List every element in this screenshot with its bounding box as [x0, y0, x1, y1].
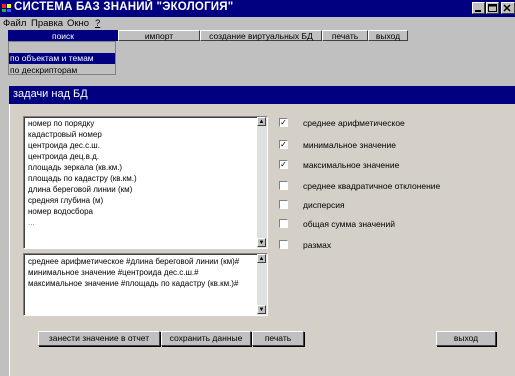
import-button[interactable]: импорт: [118, 30, 200, 41]
app-icon: [2, 4, 11, 12]
result-item[interactable]: максимальное значение #площадь по кадаст…: [25, 278, 257, 289]
label-variance: дисперсия: [303, 200, 345, 210]
menu-file[interactable]: Файл: [3, 18, 26, 29]
checkbox-stddev[interactable]: [279, 181, 288, 190]
menu-window[interactable]: Окно: [67, 18, 89, 29]
minimize-icon: [473, 3, 484, 13]
window-title: СИСТЕМА БАЗ ЗНАНИЙ "ЭКОЛОГИЯ": [14, 1, 234, 13]
save-data-button[interactable]: сохранить данные: [161, 331, 251, 346]
print-toolbar-button[interactable]: печать: [322, 30, 368, 41]
close-button[interactable]: [501, 2, 515, 14]
panel-title: задачи над БД: [13, 88, 88, 100]
check-icon: ✓: [280, 160, 287, 169]
scroll-down-icon[interactable]: ▼: [257, 305, 266, 314]
list-item[interactable]: кадастровый номер: [25, 129, 253, 140]
exit-toolbar-button[interactable]: выход: [368, 30, 408, 41]
label-mean: среднее арифметическое: [303, 118, 405, 128]
scroll-down-icon[interactable]: ▼: [257, 238, 266, 247]
list-item[interactable]: средняя глубина (м): [25, 195, 253, 206]
checkbox-sum[interactable]: [279, 219, 288, 228]
checkbox-max[interactable]: ✓: [279, 160, 288, 169]
fields-list-items: номер по порядку кадастровый номер центр…: [25, 118, 253, 228]
search-by-descriptors-item[interactable]: по дескрипторам: [9, 65, 115, 76]
list-item[interactable]: площадь по кадастру (кв.км.): [25, 173, 253, 184]
check-icon: ✓: [280, 118, 287, 127]
scroll-up-icon[interactable]: ▲: [257, 254, 266, 263]
list-item[interactable]: центроида дец.в.д.: [25, 151, 253, 162]
label-max: максимальное значение: [303, 160, 400, 170]
label-range: размах: [303, 240, 332, 250]
maximize-icon: [487, 3, 498, 13]
list-item: ...: [28, 218, 35, 227]
search-button[interactable]: поиск: [8, 30, 118, 41]
exit-button[interactable]: выход: [436, 331, 496, 346]
menu-edit[interactable]: Правка: [31, 18, 63, 29]
result-item[interactable]: минимальное значение #центроида дес.с.ш.…: [25, 267, 257, 278]
checkbox-range[interactable]: [279, 240, 288, 249]
create-virtual-db-button[interactable]: создание виртуальных БД: [200, 30, 322, 41]
close-icon: [502, 3, 514, 13]
list-item[interactable]: длина береговой линии (км): [25, 184, 253, 195]
label-stddev: среднее квадратичное отклонение: [303, 181, 441, 191]
add-to-report-button[interactable]: занести значение в отчет: [38, 331, 160, 346]
checkbox-min[interactable]: ✓: [279, 140, 288, 149]
search-by-objects-item[interactable]: по объектам и темам: [9, 53, 115, 64]
minimize-button[interactable]: [472, 2, 485, 14]
print-button[interactable]: печать: [252, 331, 304, 346]
menu-help[interactable]: ?: [95, 18, 100, 29]
list-item[interactable]: центроида дес.с.ш.: [25, 140, 253, 151]
check-icon: ✓: [280, 140, 287, 149]
list-item[interactable]: площадь зеркала (кв.км.): [25, 162, 253, 173]
fields-scrollbar[interactable]: [257, 117, 267, 248]
checkbox-mean[interactable]: ✓: [279, 118, 288, 127]
list-item[interactable]: номер по порядку: [25, 118, 253, 129]
result-item[interactable]: среднее арифметическое #длина береговой …: [25, 256, 257, 267]
maximize-button[interactable]: [486, 2, 499, 14]
scroll-up-icon[interactable]: ▲: [257, 117, 266, 126]
label-sum: общая сумма значений: [303, 219, 395, 229]
label-min: минимальное значение: [303, 140, 396, 150]
checkbox-variance[interactable]: [279, 200, 288, 209]
results-list-items: среднее арифметическое #длина береговой …: [25, 256, 257, 289]
list-item[interactable]: номер водосбора: [25, 206, 253, 217]
